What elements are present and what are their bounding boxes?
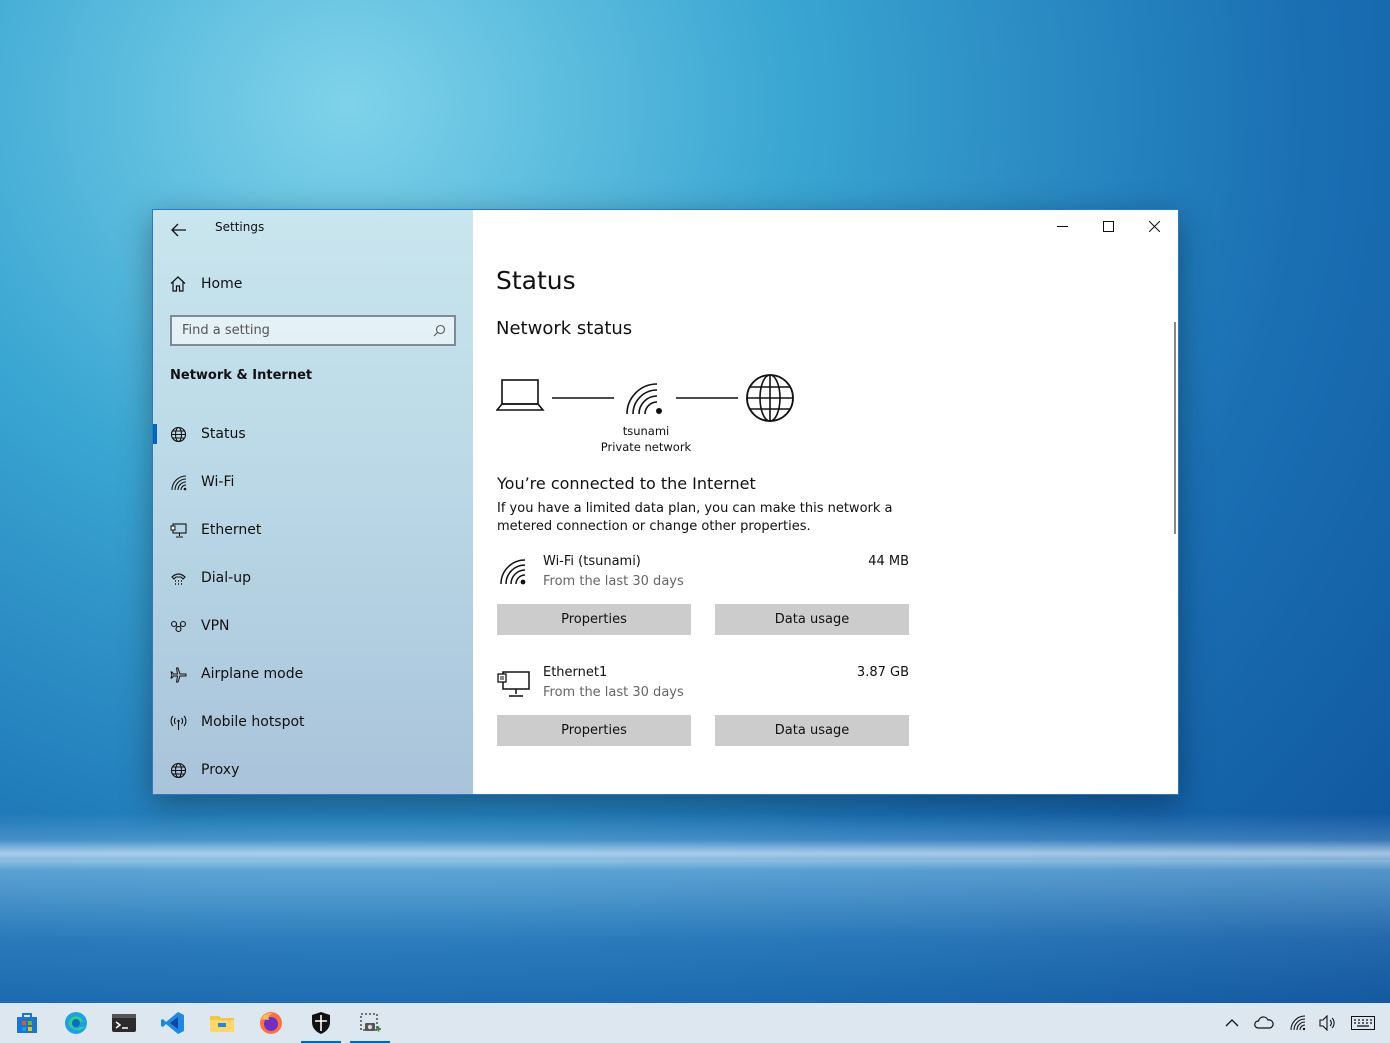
network-type: Private network xyxy=(600,440,692,454)
search-icon xyxy=(433,324,446,337)
wifi-icon[interactable] xyxy=(1287,1013,1309,1033)
sidebar-item-airplane-mode[interactable]: Airplane mode xyxy=(153,650,473,698)
connection-ethernet: Ethernet1 From the last 30 days 3.87 GB xyxy=(497,665,909,705)
sidebar-item-wifi[interactable]: Wi-Fi xyxy=(153,458,473,506)
home-icon xyxy=(170,276,186,292)
sidebar-item-ethernet[interactable]: Ethernet xyxy=(153,506,473,554)
hotspot-icon xyxy=(169,713,187,731)
search-input[interactable] xyxy=(180,322,433,339)
ethernet-icon xyxy=(497,671,530,697)
close-button[interactable] xyxy=(1131,210,1177,242)
sidebar-item-status[interactable]: Status xyxy=(153,410,473,458)
scrollbar[interactable] xyxy=(1174,322,1176,534)
sidebar-item-dialup[interactable]: Dial-up xyxy=(153,554,473,602)
desktop-horizon-glow xyxy=(0,840,1390,870)
sidebar-item-label: Dial-up xyxy=(201,570,251,586)
dialup-icon xyxy=(169,569,187,587)
network-name: tsunami xyxy=(622,424,670,438)
connection-period: From the last 30 days xyxy=(543,685,684,700)
close-icon xyxy=(1148,220,1160,232)
file-explorer-icon[interactable] xyxy=(198,1003,246,1043)
connection-usage: 44 MB xyxy=(868,554,909,569)
terminal-icon[interactable] xyxy=(100,1003,148,1043)
globe-icon xyxy=(169,761,187,779)
maximize-button[interactable] xyxy=(1085,210,1131,242)
connection-wifi: Wi-Fi (tsunami) From the last 30 days 44… xyxy=(497,554,909,594)
taskbar xyxy=(0,1003,1390,1043)
ethernet-data-usage-button[interactable]: Data usage xyxy=(715,715,909,746)
laptop-icon xyxy=(496,379,545,411)
arrow-left-icon xyxy=(171,223,186,237)
wifi-icon xyxy=(169,473,187,491)
onedrive-cloud-icon[interactable] xyxy=(1253,1013,1275,1033)
volume-icon[interactable] xyxy=(1317,1013,1339,1033)
connected-heading: You’re connected to the Internet xyxy=(497,474,756,493)
sidebar-item-proxy[interactable]: Proxy xyxy=(153,746,473,794)
chevron-up-icon[interactable] xyxy=(1221,1013,1243,1033)
security-shield-icon[interactable] xyxy=(297,1003,345,1043)
airplane-icon xyxy=(169,665,187,683)
vpn-icon xyxy=(169,617,187,635)
sidebar-item-label: Wi-Fi xyxy=(201,474,235,490)
connection-name: Wi-Fi (tsunami) xyxy=(543,554,641,569)
edge-icon[interactable] xyxy=(52,1003,100,1043)
sidebar-home[interactable]: Home xyxy=(169,274,242,294)
minimize-icon xyxy=(1056,225,1068,227)
store-icon[interactable] xyxy=(3,1003,51,1043)
sidebar-item-mobile-hotspot[interactable]: Mobile hotspot xyxy=(153,698,473,746)
connection-period: From the last 30 days xyxy=(543,574,684,589)
ethernet-icon xyxy=(169,521,187,539)
globe-icon xyxy=(169,425,187,443)
snipping-tool-icon[interactable] xyxy=(346,1003,394,1043)
page-title: Status xyxy=(496,266,576,295)
connection-usage: 3.87 GB xyxy=(856,665,909,680)
minimize-button[interactable] xyxy=(1039,210,1085,242)
sidebar-item-label: Proxy xyxy=(201,762,240,778)
sidebar-item-label: Status xyxy=(201,426,246,442)
home-label: Home xyxy=(201,276,243,292)
sidebar-item-label: Ethernet xyxy=(201,522,262,538)
ethernet-properties-button[interactable]: Properties xyxy=(497,715,691,746)
connected-description: If you have a limited data plan, you can… xyxy=(497,501,893,534)
desktop-floor xyxy=(0,860,1390,1003)
sidebar-item-label: Airplane mode xyxy=(201,666,304,682)
wifi-properties-button[interactable]: Properties xyxy=(497,604,691,635)
vscode-icon[interactable] xyxy=(149,1003,197,1043)
connection-name: Ethernet1 xyxy=(543,665,608,680)
settings-window: Settings Home Network & Internet Status … xyxy=(152,209,1179,795)
network-status-heading: Network status xyxy=(496,318,633,339)
main-content: Status Network status tsunami Private ne… xyxy=(473,210,1178,794)
keyboard-icon[interactable] xyxy=(1350,1013,1376,1033)
wifi-data-usage-button[interactable]: Data usage xyxy=(715,604,909,635)
wifi-icon xyxy=(500,559,526,585)
sidebar-item-label: VPN xyxy=(201,618,230,634)
wifi-icon xyxy=(626,383,662,415)
sidebar-item-vpn[interactable]: VPN xyxy=(153,602,473,650)
back-button[interactable] xyxy=(169,220,189,240)
search-box[interactable] xyxy=(170,315,456,346)
firefox-icon[interactable] xyxy=(247,1003,295,1043)
section-title: Network & Internet xyxy=(170,368,313,383)
sidebar-nav: Status Wi-Fi Ethernet Dial-up VPN Airpla… xyxy=(153,410,473,794)
globe-icon xyxy=(746,374,794,422)
sidebar: Settings Home Network & Internet Status … xyxy=(153,210,473,794)
sidebar-item-label: Mobile hotspot xyxy=(201,714,305,730)
window-title: Settings xyxy=(215,220,265,234)
maximize-icon xyxy=(1102,220,1114,232)
